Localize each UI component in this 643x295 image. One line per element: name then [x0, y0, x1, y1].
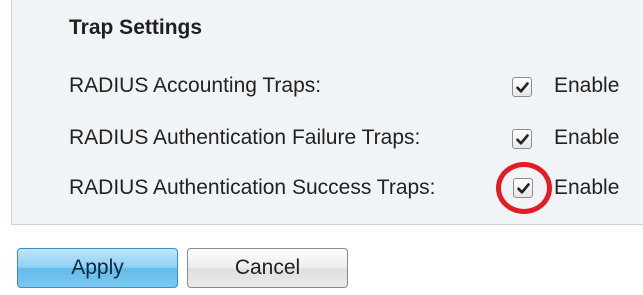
radius-auth-success-traps-checkbox[interactable]: [513, 178, 533, 198]
radius-auth-success-traps-label: RADIUS Authentication Success Traps:: [69, 176, 436, 199]
radius-accounting-traps-label: RADIUS Accounting Traps:: [69, 74, 322, 97]
section-title: Trap Settings: [69, 16, 203, 39]
checkmark-icon: [516, 82, 529, 93]
radius-auth-failure-traps-checkbox[interactable]: [512, 129, 532, 149]
radius-auth-failure-traps-enable-label[interactable]: Enable: [554, 126, 619, 150]
radius-accounting-traps-enable-label[interactable]: Enable: [554, 74, 619, 98]
radius-accounting-traps-checkbox[interactable]: [512, 77, 532, 97]
cancel-button[interactable]: Cancel: [187, 248, 348, 288]
apply-button[interactable]: Apply: [17, 248, 178, 288]
checkmark-icon: [517, 183, 530, 194]
radius-auth-failure-traps-label: RADIUS Authentication Failure Traps:: [69, 126, 421, 149]
radius-auth-success-traps-enable-label[interactable]: Enable: [554, 176, 619, 200]
checkmark-icon: [516, 134, 529, 145]
